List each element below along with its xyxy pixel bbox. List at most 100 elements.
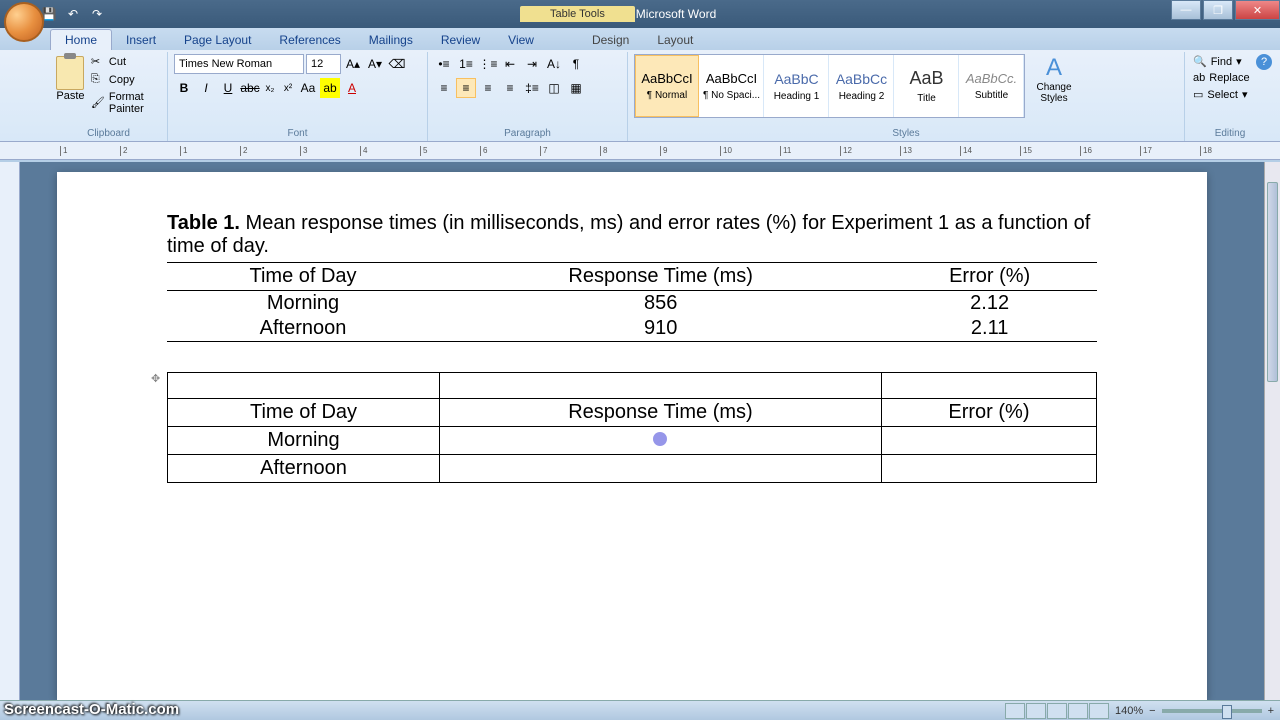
select-icon: ▭ (1193, 88, 1203, 101)
full-screen-view-button[interactable] (1026, 703, 1046, 719)
draft-view-button[interactable] (1089, 703, 1109, 719)
vertical-scrollbar[interactable] (1264, 162, 1280, 700)
redo-icon[interactable]: ↷ (88, 5, 106, 23)
tab-mailings[interactable]: Mailings (355, 30, 427, 50)
document-area: Table 1. Mean response times (in millise… (0, 162, 1264, 700)
font-size-input[interactable] (306, 54, 341, 74)
zoom-level[interactable]: 140% (1115, 705, 1143, 717)
font-name-input[interactable] (174, 54, 304, 74)
table-row: Time of Day Response Time (ms) Error (%) (167, 263, 1097, 291)
shrink-font-button[interactable]: A▾ (365, 54, 385, 74)
superscript-button[interactable]: x² (280, 78, 296, 98)
table-row: Afternoon (168, 455, 1097, 483)
tab-review[interactable]: Review (427, 30, 494, 50)
increase-indent-button[interactable]: ⇥ (522, 54, 542, 74)
tab-view[interactable]: View (494, 30, 548, 50)
watermark: Screencast-O-Matic.com (4, 701, 179, 718)
show-marks-button[interactable]: ¶ (566, 54, 586, 74)
bullets-button[interactable]: •≡ (434, 54, 454, 74)
underline-button[interactable]: U (218, 78, 238, 98)
align-right-button[interactable]: ≡ (478, 78, 498, 98)
table-caption: Table 1. Mean response times (in millise… (167, 212, 1097, 258)
justify-button[interactable]: ≡ (500, 78, 520, 98)
brush-icon: 🖌 (91, 96, 105, 110)
grid-table[interactable]: Time of Day Response Time (ms) Error (%)… (167, 372, 1097, 483)
tab-page-layout[interactable]: Page Layout (170, 30, 265, 50)
borders-button[interactable]: ▦ (566, 78, 586, 98)
print-layout-view-button[interactable] (1005, 703, 1025, 719)
grow-font-button[interactable]: A▴ (343, 54, 363, 74)
italic-button[interactable]: I (196, 78, 216, 98)
view-buttons (1005, 703, 1109, 719)
zoom-in-button[interactable]: + (1268, 705, 1274, 717)
table-row: Morning (168, 427, 1097, 455)
decrease-indent-button[interactable]: ⇤ (500, 54, 520, 74)
align-left-button[interactable]: ≡ (434, 78, 454, 98)
change-styles-icon: A (1046, 54, 1062, 82)
styles-gallery[interactable]: AaBbCcI¶ Normal AaBbCcI¶ No Spaci... AaB… (634, 54, 1025, 118)
tab-insert[interactable]: Insert (112, 30, 170, 50)
minimize-button[interactable]: — (1171, 0, 1201, 20)
align-center-button[interactable]: ≡ (456, 78, 476, 98)
change-case-button[interactable]: Aa (298, 78, 318, 98)
highlight-button[interactable]: ab (320, 78, 340, 98)
multilevel-button[interactable]: ⋮≡ (478, 54, 498, 74)
subscript-button[interactable]: x₂ (262, 78, 278, 98)
copy-button[interactable]: ⎘Copy (89, 72, 161, 88)
title-bar: 💾 ↶ ↷ Document1 - Microsoft Word Table T… (0, 0, 1280, 28)
replace-icon: ab (1193, 72, 1205, 84)
bold-button[interactable]: B (174, 78, 194, 98)
numbering-button[interactable]: 1≡ (456, 54, 476, 74)
horizontal-ruler[interactable]: 12123456789101112131415161718 (0, 142, 1280, 160)
style-heading-2[interactable]: AaBbCcHeading 2 (830, 55, 894, 117)
strikethrough-button[interactable]: abc (240, 78, 260, 98)
select-button[interactable]: ▭Select ▾ (1191, 87, 1269, 102)
find-icon: 🔍 (1193, 55, 1207, 68)
style-title[interactable]: AaBTitle (895, 55, 959, 117)
replace-button[interactable]: abReplace (1191, 71, 1269, 85)
format-painter-button[interactable]: 🖌Format Painter (89, 90, 161, 116)
undo-icon[interactable]: ↶ (64, 5, 82, 23)
table-row: Time of Day Response Time (ms) Error (%) (168, 399, 1097, 427)
page[interactable]: Table 1. Mean response times (in millise… (57, 172, 1207, 700)
sort-button[interactable]: A↓ (544, 54, 564, 74)
ribbon-tabs: Home Insert Page Layout References Maili… (0, 28, 1280, 50)
group-paragraph: •≡ 1≡ ⋮≡ ⇤ ⇥ A↓ ¶ ≡ ≡ ≡ ≡ ‡≡ ◫ ▦ Paragra… (428, 52, 628, 141)
table-move-handle-icon[interactable]: ✥ (151, 372, 160, 385)
table-row (168, 373, 1097, 399)
ribbon: ? Paste ✂Cut ⎘Copy 🖌Format Painter Clipb… (0, 50, 1280, 142)
status-bar: 140% − + (0, 700, 1280, 720)
zoom-slider[interactable] (1162, 709, 1262, 713)
shading-button[interactable]: ◫ (544, 78, 564, 98)
table-row: Afternoon9102.11 (167, 316, 1097, 342)
scissors-icon: ✂ (91, 55, 105, 69)
group-clipboard: Paste ✂Cut ⎘Copy 🖌Format Painter Clipboa… (50, 52, 168, 141)
vertical-ruler[interactable] (0, 162, 20, 700)
web-layout-view-button[interactable] (1047, 703, 1067, 719)
font-color-button[interactable]: A (342, 78, 362, 98)
tab-references[interactable]: References (265, 30, 354, 50)
change-styles-button[interactable]: A Change Styles (1029, 54, 1079, 139)
style-no-spacing[interactable]: AaBbCcI¶ No Spaci... (700, 55, 764, 117)
style-normal[interactable]: AaBbCcI¶ Normal (635, 55, 699, 117)
style-heading-1[interactable]: AaBbCHeading 1 (765, 55, 829, 117)
tab-layout[interactable]: Layout (643, 30, 707, 50)
tab-home[interactable]: Home (50, 29, 112, 50)
outline-view-button[interactable] (1068, 703, 1088, 719)
scrollbar-thumb[interactable] (1267, 182, 1278, 382)
find-button[interactable]: 🔍Find ▾ (1191, 54, 1269, 69)
style-subtitle[interactable]: AaBbCc.Subtitle (960, 55, 1024, 117)
cut-button[interactable]: ✂Cut (89, 54, 161, 70)
tab-design[interactable]: Design (578, 30, 643, 50)
office-button[interactable] (4, 2, 44, 42)
paste-button[interactable]: Paste (56, 54, 85, 139)
zoom-out-button[interactable]: − (1149, 705, 1155, 717)
maximize-button[interactable]: ❐ (1203, 0, 1233, 20)
group-font: A▴ A▾ ⌫ B I U abc x₂ x² Aa ab A Font (168, 52, 428, 141)
quick-access-toolbar: 💾 ↶ ↷ (40, 5, 106, 23)
clear-format-button[interactable]: ⌫ (387, 54, 407, 74)
apa-table: Time of Day Response Time (ms) Error (%)… (167, 262, 1097, 342)
cursor-indicator (653, 432, 667, 446)
close-button[interactable]: ✕ (1235, 0, 1280, 20)
line-spacing-button[interactable]: ‡≡ (522, 78, 542, 98)
